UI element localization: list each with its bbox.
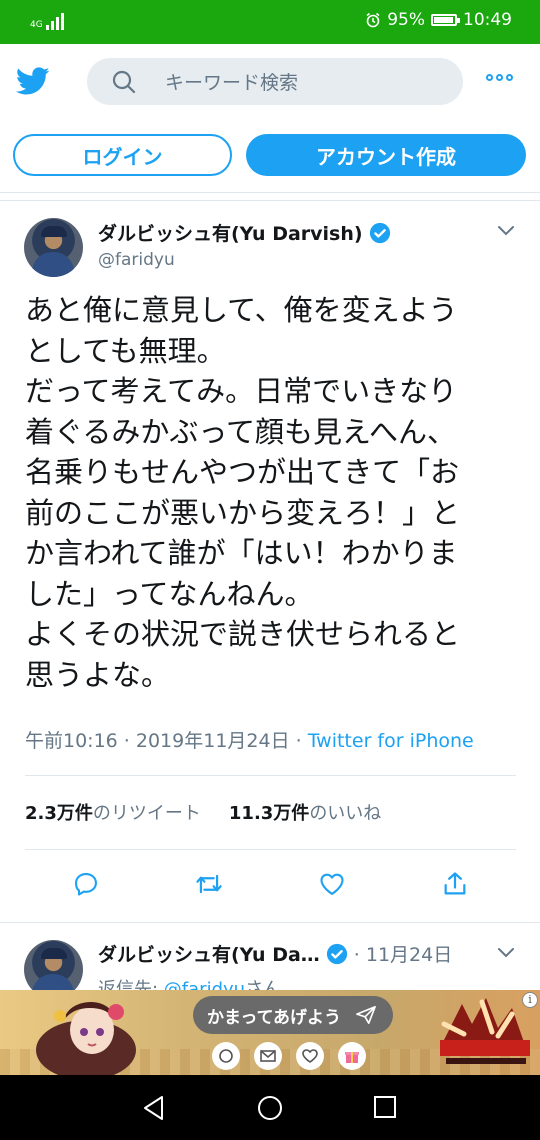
alarm-icon [366, 12, 380, 28]
search-input[interactable] [163, 58, 447, 107]
tweet-actions [0, 870, 540, 904]
signup-button[interactable]: アカウント作成 [246, 134, 526, 176]
tweet-meta: 午前10:16 · 2019年11月24日 · Twitter for iPho… [25, 726, 474, 753]
tweet-line: か言われて誰が「はい！わかりま [25, 536, 458, 570]
ad-pill[interactable]: かまってあげよう [193, 996, 393, 1034]
gift-icon[interactable] [338, 1042, 366, 1070]
network-type: 4G [30, 20, 43, 30]
clock: 10:49 [463, 10, 512, 30]
divider [25, 849, 516, 850]
avatar[interactable] [24, 218, 83, 277]
ad-icon-row [212, 1042, 366, 1070]
like-heart-icon[interactable] [318, 870, 346, 902]
divider [0, 200, 540, 201]
ad-banner[interactable]: かまってあげよう i [0, 990, 540, 1075]
reply-date[interactable]: · 11月24日 [354, 940, 452, 967]
likes-stat[interactable]: 11.3万件のいいね [229, 803, 381, 824]
reply-icon[interactable] [72, 870, 100, 902]
tweet-line: だって考えてみ。日常でいきなり [25, 374, 458, 408]
header: ログイン アカウント作成 [0, 44, 540, 193]
tweet-line: としても無理。 [25, 333, 226, 368]
twitter-bird-icon[interactable] [14, 64, 52, 98]
mail-icon[interactable] [254, 1042, 282, 1070]
retweets-label: のリツイート [92, 803, 201, 824]
ad-info-icon[interactable]: i [522, 992, 538, 1008]
signal-icon [46, 12, 64, 30]
navigation-bar [0, 1075, 540, 1140]
heart-icon[interactable] [296, 1042, 324, 1070]
tweet-line: あと俺に意見して、俺を変えよう [25, 293, 458, 327]
retweet-icon[interactable] [194, 870, 224, 902]
tweet-line: 名乗りもせんやつが出てきて「お [25, 455, 460, 489]
retweets-stat[interactable]: 2.3万件のリツイート [25, 803, 201, 824]
tweet-line: 思うよな。 [25, 657, 171, 692]
verified-badge-icon [369, 222, 390, 243]
reply-author-row: ダルビッシュ有(Yu Da… · 11月24日 [98, 940, 452, 967]
author-name[interactable]: ダルビッシュ有(Yu Darvish) [98, 219, 363, 246]
tweet-text: あと俺に意見して、俺を変えよう としても無理。 だって考えてみ。日常でいきなり … [25, 290, 520, 695]
search-icon [112, 70, 136, 94]
retweets-count: 2.3万件 [25, 803, 93, 824]
chevron-down-icon[interactable] [496, 946, 516, 960]
ad-character-image [36, 1001, 136, 1075]
chat-icon[interactable] [212, 1042, 240, 1070]
likes-label: のいいね [309, 803, 382, 824]
tweet-line: 着ぐるみかぶって顔も見えへん、 [25, 414, 456, 449]
send-icon [356, 1006, 376, 1024]
reply-author-name[interactable]: ダルビッシュ有(Yu Da… [98, 940, 320, 967]
tweet-timestamp[interactable]: 午前10:16 · 2019年11月24日 · [25, 730, 308, 752]
tweet-line: よくその状況で説き伏せられると [25, 617, 461, 651]
status-bar: 4G 95% 10:49 [0, 0, 540, 44]
tweet-line: 前のここが悪いから変えろ！」と [25, 495, 461, 530]
home-icon[interactable] [257, 1095, 283, 1125]
verified-badge-icon [326, 943, 347, 964]
back-icon[interactable] [142, 1095, 166, 1125]
tweet-stats: 2.3万件のリツイート 11.3万件のいいね [25, 799, 381, 825]
ad-pill-text: かまってあげよう [207, 1007, 341, 1028]
status-right: 95% 10:49 [365, 10, 512, 30]
login-button[interactable]: ログイン [13, 134, 232, 176]
battery-icon [431, 14, 460, 26]
author-row: ダルビッシュ有(Yu Darvish) [98, 219, 391, 246]
more-options-icon[interactable] [486, 74, 513, 81]
battery-percent: 95% [387, 10, 425, 30]
divider [0, 922, 540, 923]
ad-game-logo [440, 998, 530, 1064]
recent-apps-icon[interactable] [373, 1095, 397, 1123]
tweet-line: した」ってなんねん。 [25, 576, 314, 611]
tweet-source-link[interactable]: Twitter for iPhone [308, 730, 474, 752]
likes-count: 11.3万件 [228, 803, 310, 824]
share-icon[interactable] [441, 870, 469, 902]
author-handle[interactable]: @faridyu [98, 250, 175, 270]
divider [25, 775, 516, 776]
search-box[interactable] [87, 58, 463, 107]
chevron-down-icon[interactable] [496, 224, 516, 238]
network-indicator: 4G [30, 12, 64, 30]
